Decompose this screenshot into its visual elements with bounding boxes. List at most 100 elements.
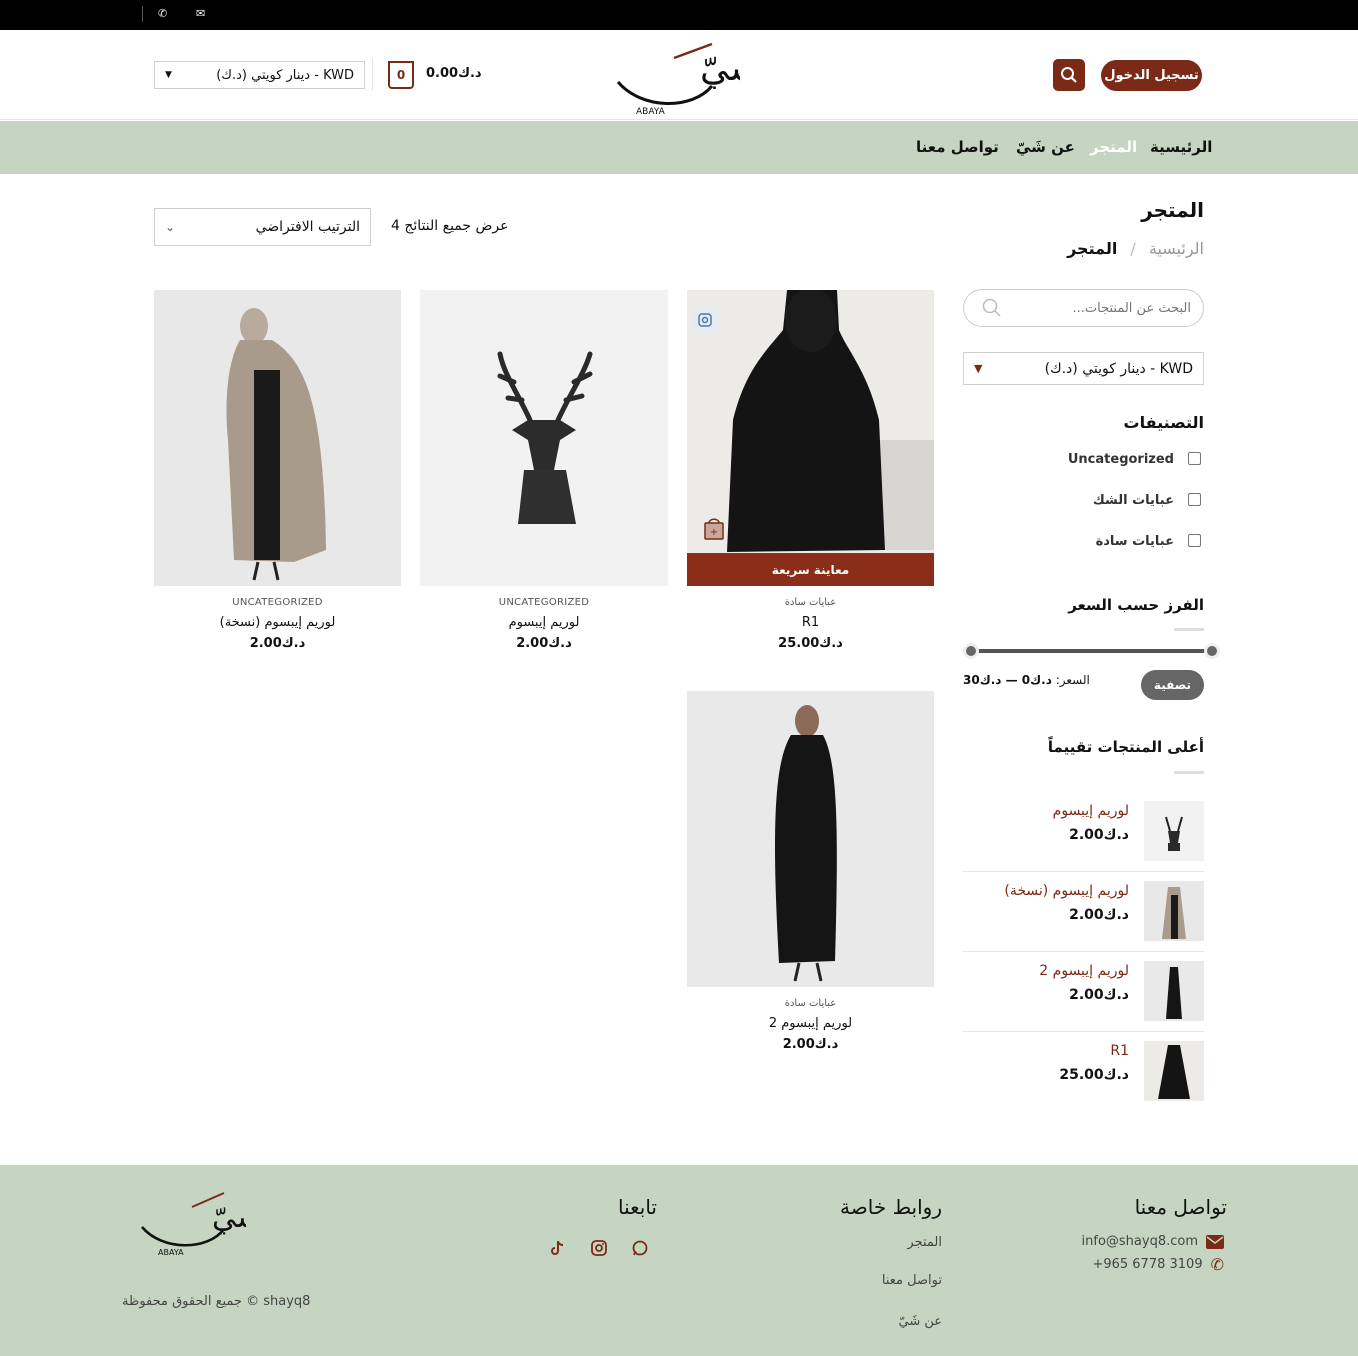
footer-link-about[interactable]: عن شَيّ [898, 1314, 942, 1329]
cart-total[interactable]: د.ك0.00 [426, 66, 482, 81]
price-slider[interactable] [963, 643, 1220, 659]
footer-contact-title: تواصل معنا [1134, 1195, 1227, 1219]
product-photo-deer [420, 290, 668, 586]
login-button[interactable]: تسجيل الدخول [1101, 60, 1202, 91]
whatsapp-glyph [632, 1240, 648, 1256]
footer-logo[interactable]: شيّ ABAYA [138, 1187, 262, 1259]
breadcrumb: الرئيسية / المتجر [1067, 239, 1204, 258]
product-search-input[interactable] [1011, 298, 1191, 318]
price-range-label: السعر: [1055, 673, 1090, 687]
product-image[interactable]: + معاينة سريعة [687, 290, 934, 586]
list-divider [963, 951, 1204, 952]
instagram-icon[interactable] [591, 1240, 607, 1256]
category-label[interactable]: Uncategorized [1068, 452, 1174, 467]
category-checkbox[interactable] [1188, 493, 1201, 506]
price-slider-handle-min[interactable] [963, 643, 979, 659]
top-rated-name[interactable]: لوريم إيبسوم [1053, 803, 1129, 819]
site-footer: تواصل معنا info@shayq8.com +965 6778 310… [0, 1165, 1358, 1356]
phone-icon: ✆ [1210, 1255, 1224, 1274]
nav-item-home[interactable]: الرئيسية [1150, 138, 1212, 156]
price-filter-title: الفرز حسب السعر [1068, 596, 1204, 614]
list-divider [963, 1031, 1204, 1032]
product-category[interactable]: عبايات سادة [687, 597, 934, 608]
email-icon[interactable]: ✉ [196, 7, 205, 20]
product-name[interactable]: لوريم إيبسوم (نسخة) [154, 615, 401, 630]
dropdown-arrow-icon: ▼ [165, 70, 172, 80]
nav-item-contact[interactable]: تواصل معنا [916, 138, 999, 156]
top-rated-thumb[interactable] [1144, 801, 1204, 861]
list-item[interactable]: R1 د.ك25.00 [963, 1031, 1204, 1111]
product-name[interactable]: لوريم إيبسوم [420, 615, 668, 630]
zoom-icon[interactable] [691, 306, 719, 334]
product-search-field[interactable] [963, 289, 1204, 327]
phone-icon[interactable]: ✆ [158, 7, 167, 20]
logo-sub: ABAYA [636, 107, 666, 117]
cart-icon[interactable]: 0 [388, 61, 414, 89]
category-checkbox[interactable] [1188, 452, 1201, 465]
product-photo-beige [154, 290, 401, 586]
list-item[interactable]: لوريم إيبسوم (نسخة) د.ك2.00 [963, 871, 1204, 951]
top-rated-thumb[interactable] [1144, 881, 1204, 941]
product-image[interactable] [154, 290, 401, 586]
footer-email[interactable]: info@shayq8.com [1082, 1234, 1224, 1249]
tiktok-icon[interactable] [549, 1240, 565, 1256]
whatsapp-icon[interactable] [632, 1240, 648, 1256]
search-icon [1061, 67, 1077, 83]
nav-item-shop[interactable]: المتجر [1090, 138, 1137, 156]
product-name[interactable]: لوريم إيبسوم 2 [687, 1016, 934, 1031]
top-rated-name[interactable]: لوريم إيبسوم (نسخة) [1004, 883, 1129, 899]
breadcrumb-home[interactable]: الرئيسية [1149, 239, 1204, 258]
price-slider-range [971, 649, 1212, 653]
header-divider [372, 58, 373, 90]
top-rated-price: د.ك25.00 [1059, 1067, 1129, 1083]
list-item[interactable]: لوريم إيبسوم 2 د.ك2.00 [963, 951, 1204, 1031]
filter-button[interactable]: تصفية [1141, 670, 1204, 700]
categories-title: التصنيفات [1123, 413, 1204, 432]
list-item[interactable]: لوريم إيبسوم د.ك2.00 [963, 801, 1204, 881]
title-underline [1174, 771, 1204, 774]
tiktok-glyph [551, 1240, 564, 1255]
top-rated-name[interactable]: R1 [1110, 1043, 1129, 1059]
top-rated-thumb[interactable] [1144, 961, 1204, 1021]
sidebar-currency-value: دينار كويتي (د.ك) - KWD [1044, 360, 1193, 377]
category-label[interactable]: عبايات الشك [1093, 493, 1174, 508]
site-header: ▼ دينار كويتي (د.ك) - KWD 0 د.ك0.00 شيّ … [0, 30, 1358, 120]
product-image[interactable] [420, 290, 668, 586]
currency-select-value: دينار كويتي (د.ك) - KWD [216, 67, 354, 83]
top-rated-price: د.ك2.00 [1069, 907, 1129, 923]
price-slider-handle-max[interactable] [1204, 643, 1220, 659]
top-rated-price: د.ك2.00 [1069, 987, 1129, 1003]
cart-count: 0 [396, 68, 406, 82]
search-button[interactable] [1053, 59, 1085, 91]
footer-link-shop[interactable]: المتجر [907, 1235, 942, 1250]
bag-icon: + [704, 518, 724, 540]
product-photo-r1 [687, 290, 934, 586]
top-rated-name[interactable]: لوريم إيبسوم 2 [1039, 963, 1129, 979]
thumb-beige [1144, 881, 1204, 941]
quick-view-button[interactable]: معاينة سريعة [687, 553, 934, 586]
product-image[interactable] [687, 691, 934, 987]
product-price: د.ك2.00 [782, 1037, 839, 1052]
currency-select[interactable]: ▼ دينار كويتي (د.ك) - KWD [154, 61, 365, 89]
nav-item-about[interactable]: عن شَيّ [1016, 138, 1075, 156]
thumb-black [1144, 961, 1204, 1021]
thumb-r1 [1144, 1041, 1204, 1101]
add-to-cart-icon[interactable]: + [703, 516, 725, 540]
top-rated-thumb[interactable] [1144, 1041, 1204, 1101]
footer-link-contact[interactable]: تواصل معنا [882, 1273, 942, 1288]
product-category[interactable]: UNCATEGORIZED [420, 597, 668, 608]
sort-select[interactable]: ⌄ الترتيب الافتراضي [154, 208, 371, 246]
top-rated-price: د.ك2.00 [1069, 827, 1129, 843]
sidebar-currency-select[interactable]: ▼ دينار كويتي (د.ك) - KWD [963, 352, 1204, 385]
footer-phone[interactable]: +965 6778 3109 ✆ [1092, 1255, 1224, 1274]
product-category[interactable]: عبايات سادة [687, 998, 934, 1009]
category-checkbox[interactable] [1188, 534, 1201, 547]
search-icon[interactable] [982, 298, 1002, 318]
product-category[interactable]: UNCATEGORIZED [154, 597, 401, 608]
footer-logo-text: شيّ [212, 1200, 246, 1235]
price-range-value: د.ك0 — د.ك30 [963, 673, 1052, 687]
product-name[interactable]: R1 [687, 615, 934, 630]
category-label[interactable]: عبايات سادة [1096, 534, 1174, 549]
envelope-icon [1206, 1234, 1224, 1249]
site-logo[interactable]: شيّ ABAYA [612, 36, 760, 118]
